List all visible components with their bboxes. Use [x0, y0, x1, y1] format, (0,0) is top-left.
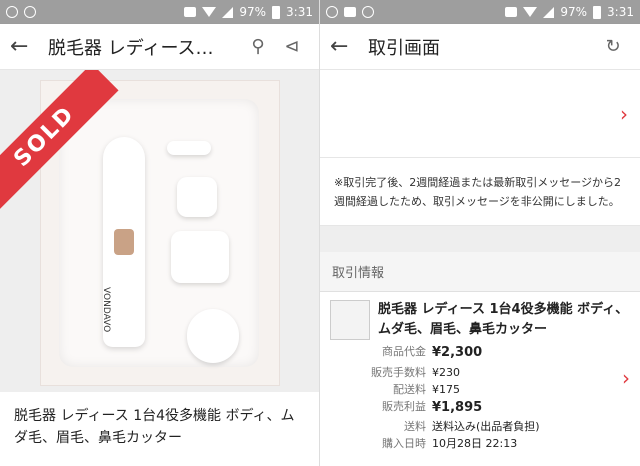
battery-text: 97%: [560, 5, 588, 19]
notification-icon: [326, 6, 338, 18]
detail-row: 購入日時 10月28日 22:13: [382, 436, 518, 450]
divider: [320, 226, 640, 253]
back-arrow-icon[interactable]: ←: [10, 34, 40, 59]
detail-row: 販売利益 ¥1,895: [382, 399, 483, 415]
transaction-details: 商品代金 ¥2,300 販売手数料 ¥230 配送料 ¥175 販売利益 ¥1,895 …: [360, 343, 630, 451]
product-screen: 97% 3:31 ← 脱毛器 レディース… ⚲ ⊲ VONDAVO SOLD 脱…: [0, 0, 320, 466]
alarm-icon: [362, 6, 374, 18]
wifi-icon: [523, 7, 538, 17]
battery-icon: [272, 5, 281, 19]
clock: 3:31: [286, 5, 313, 19]
wifi-icon: [202, 7, 217, 17]
trimmer-body: VONDAVO: [101, 137, 145, 347]
share-icon[interactable]: ⊲: [275, 36, 309, 57]
back-arrow-icon[interactable]: ←: [330, 34, 360, 59]
notification-icon: [6, 6, 18, 18]
product-photo[interactable]: VONDAVO SOLD: [0, 70, 319, 392]
detail-row: 商品代金 ¥2,300: [382, 345, 483, 361]
transaction-item[interactable]: 脱毛器 レディース 1台4役多機能 ボディ、ムダ毛、眉毛、鼻毛カッター 商品代金…: [320, 292, 640, 460]
status-bar: 97% 3:31: [0, 0, 319, 24]
item-thumbnail: [330, 300, 370, 341]
nfc-icon: [184, 7, 197, 17]
search-icon[interactable]: ⚲: [241, 36, 275, 57]
product-tray: VONDAVO: [59, 99, 259, 367]
alarm-icon: [24, 6, 36, 18]
app-bar: ← 取引画面 ↻: [320, 24, 640, 70]
chevron-right-icon: ›: [620, 101, 628, 126]
page-title: 取引画面: [368, 37, 440, 59]
message-row[interactable]: ›: [320, 70, 640, 158]
detail-row: 販売手数料 ¥230: [371, 365, 460, 379]
status-bar: 97% 3:31: [320, 0, 640, 24]
brand-label: VONDAVO: [101, 287, 111, 333]
detail-row: 配送料 ¥175: [393, 382, 460, 396]
image-icon: [344, 7, 356, 17]
item-name: 脱毛器 レディース 1台4役多機能 ボディ、ムダ毛、眉毛、鼻毛カッター: [378, 302, 629, 337]
product-title: 脱毛器 レディース 1台4役多機能 ボディ、ムダ毛、眉毛、鼻毛カッター: [14, 408, 295, 446]
trimmer-attachment: [187, 309, 239, 363]
section-header: 取引情報: [320, 252, 640, 293]
trimmer-button: [114, 229, 134, 255]
message-hidden-note: ※取引完了後、2週間経過または最新取引メッセージから2週間経過したため、取引メッ…: [320, 158, 640, 227]
battery-icon: [593, 5, 602, 19]
detail-row: 送料 送料込み(出品者負担): [404, 419, 540, 433]
transaction-screen: 97% 3:31 ← 取引画面 ↻ › ※取引完了後、2週間経過または最新取引メ…: [320, 0, 640, 466]
shaver-attachment: [171, 231, 229, 283]
brush-attachment: [167, 141, 211, 155]
clock: 3:31: [607, 5, 634, 19]
nose-attachment: [177, 177, 217, 217]
signal-icon: [543, 6, 555, 18]
page-title: 脱毛器 レディース…: [48, 37, 214, 59]
battery-text: 97%: [239, 5, 267, 19]
refresh-icon[interactable]: ↻: [596, 36, 630, 57]
chevron-right-icon[interactable]: ›: [622, 366, 630, 390]
nfc-icon: [505, 7, 518, 17]
signal-icon: [222, 6, 234, 18]
app-bar: ← 脱毛器 レディース… ⚲ ⊲: [0, 24, 319, 70]
